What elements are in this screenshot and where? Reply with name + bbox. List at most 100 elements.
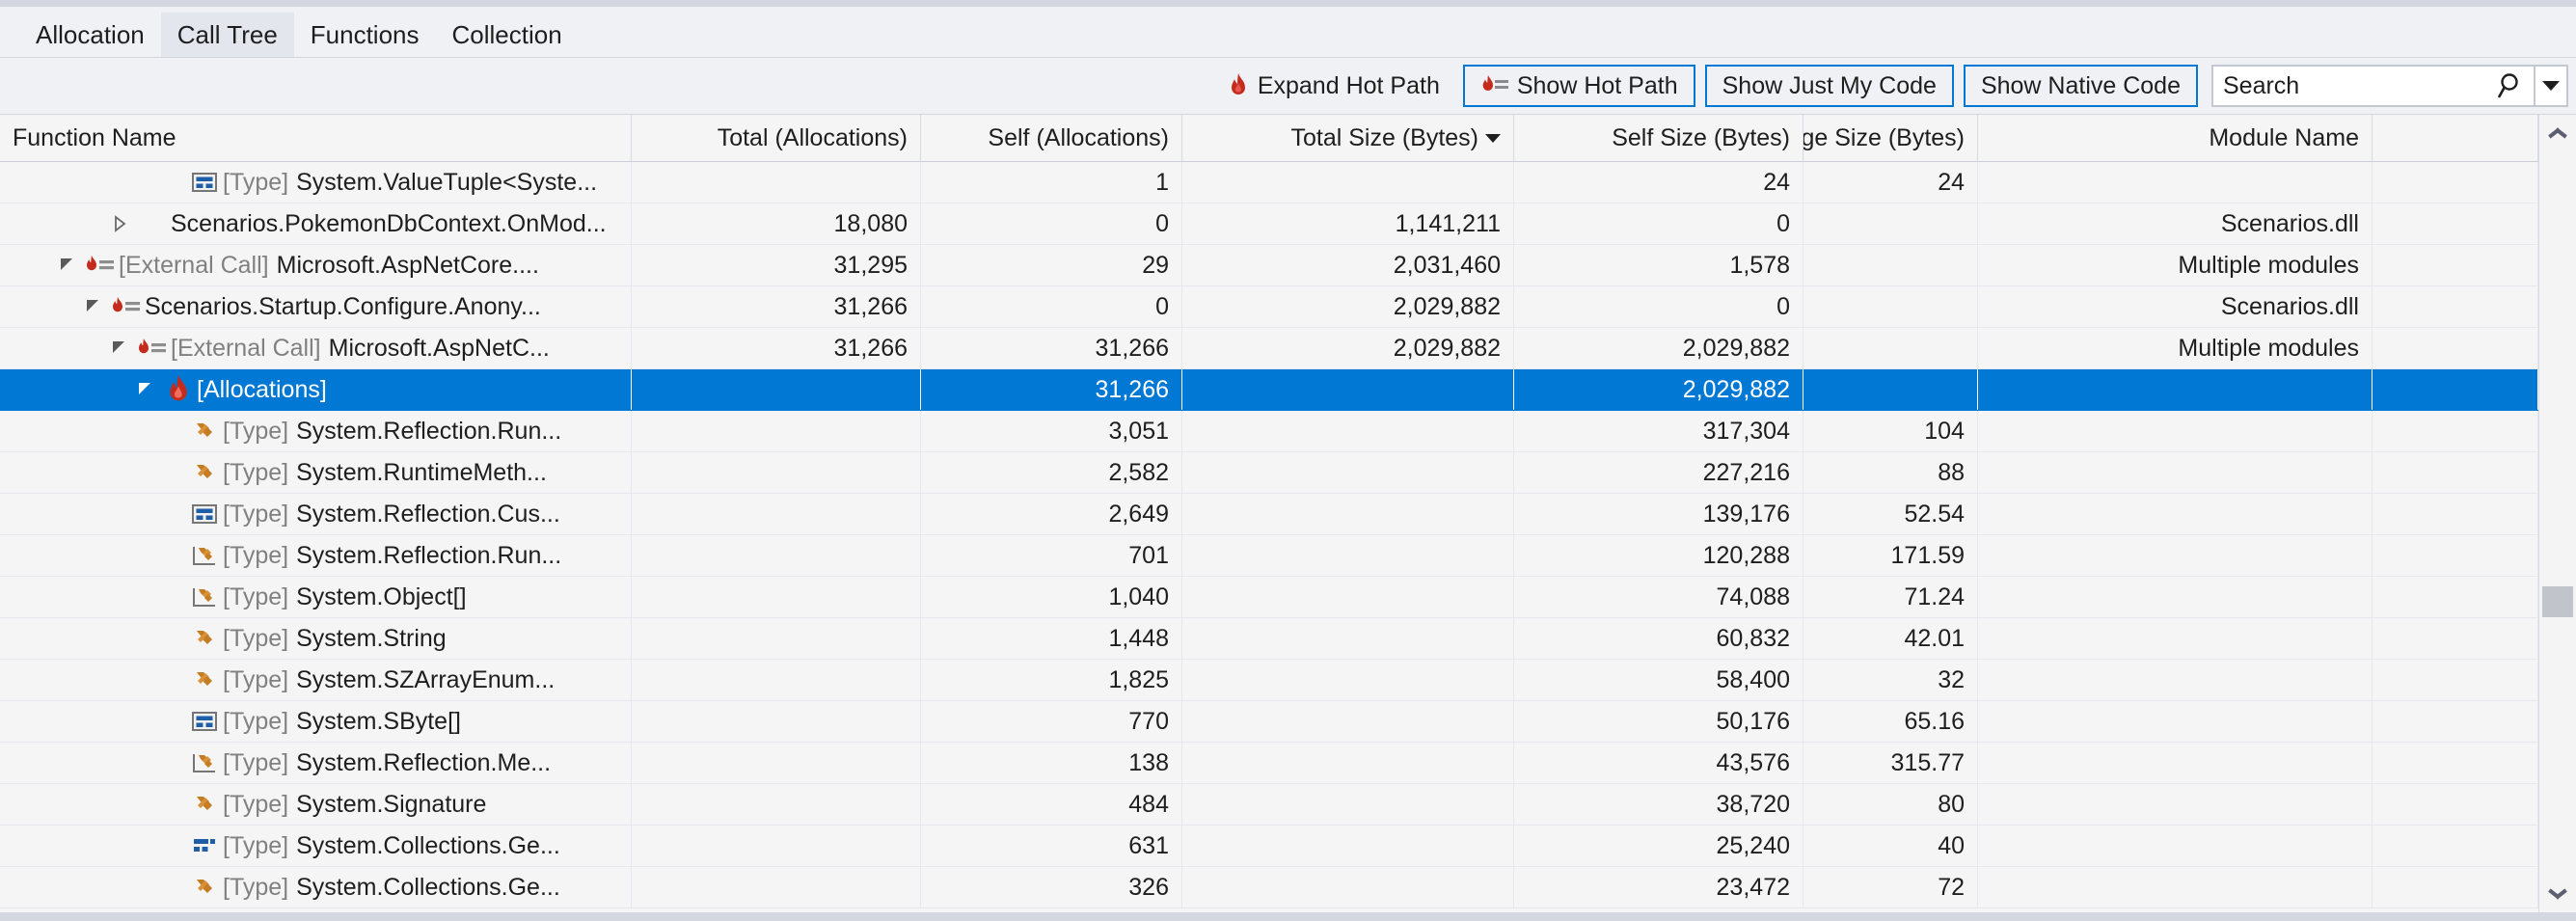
cell-value: Scenarios.dll xyxy=(2220,209,2359,237)
column-header-total_size[interactable]: Total Size (Bytes) xyxy=(1182,115,1514,161)
cell-module: Scenarios.dll xyxy=(1978,286,2373,327)
cell-value: 2,029,882 xyxy=(1682,334,1790,362)
function-name-cell: [Type] System.Object[] xyxy=(0,583,618,611)
cell-avg_size: 65.16 xyxy=(1803,701,1978,742)
expand-hot-path-button[interactable]: Expand Hot Path xyxy=(1214,65,1453,107)
function-name-cell: [Type] System.Signature xyxy=(0,791,618,819)
table-row[interactable]: [Type] System.Reflection.Run... 3,051 317,3… xyxy=(0,411,2538,452)
table-row[interactable]: [Type] System.Reflection.Run... 701 120,288… xyxy=(0,535,2538,577)
cell-total_alloc xyxy=(632,494,921,534)
table-row[interactable]: [Type] System.String 1,448 60,832 42.01 xyxy=(0,618,2538,660)
collapse-arrow-icon[interactable] xyxy=(105,214,134,233)
cell-total_alloc xyxy=(632,660,921,700)
cell-value: Scenarios.dll xyxy=(2220,292,2359,320)
column-header-module[interactable]: Module Name xyxy=(1978,115,2373,161)
cell-name: [External Call] Microsoft.AspNetCore.... xyxy=(0,245,632,285)
column-header-spacer xyxy=(2373,115,2538,161)
scroll-down-button[interactable] xyxy=(2539,876,2576,912)
table-row[interactable]: [Type] System.SByte[] 770 50,176 65.16 xyxy=(0,701,2538,743)
function-name-cell: [Type] System.Reflection.Run... xyxy=(0,418,618,446)
table-row[interactable]: [Type] System.Reflection.Me... 138 43,576 31… xyxy=(0,743,2538,784)
cell-spacer xyxy=(2373,743,2538,783)
type-class-icon xyxy=(186,792,223,817)
function-name-prefix: [External Call] xyxy=(119,251,269,279)
cell-self_size: 0 xyxy=(1514,286,1803,327)
table-row[interactable]: Scenarios.PokemonDbContext.OnMod... 18,08… xyxy=(0,203,2538,245)
function-name-label: System.ValueTuple<Syste... xyxy=(296,168,598,196)
column-header-self_alloc[interactable]: Self (Allocations) xyxy=(921,115,1182,161)
cell-self_size: 25,240 xyxy=(1514,826,1803,866)
table-row[interactable]: [Allocations] 31,266 2,029,882 xyxy=(0,369,2538,411)
cell-self_size: 60,832 xyxy=(1514,618,1803,659)
show-just-my-code-button[interactable]: Show Just My Code xyxy=(1704,65,1954,107)
table-row[interactable]: [Type] System.Collections.Ge... 326 23,472 7… xyxy=(0,867,2538,908)
table-row[interactable]: [Type] System.Object[] 1,040 74,088 71.24 xyxy=(0,577,2538,618)
function-name-label: System.RuntimeMeth... xyxy=(296,458,547,486)
cell-value: 1,141,211 xyxy=(1395,209,1501,237)
cell-self_size: 139,176 xyxy=(1514,494,1803,534)
table-row[interactable]: [Type] System.RuntimeMeth... 2,582 227,216 8… xyxy=(0,452,2538,494)
column-header-self_size[interactable]: Self Size (Bytes) xyxy=(1514,115,1803,161)
column-header-name[interactable]: Function Name xyxy=(0,115,632,161)
show-hot-path-button[interactable]: Show Hot Path xyxy=(1462,65,1695,107)
table-row[interactable]: Scenarios.Startup.Configure.Anony... 31,2… xyxy=(0,286,2538,328)
expand-arrow-icon[interactable] xyxy=(131,380,160,399)
function-name-prefix: [Type] xyxy=(223,831,289,859)
cell-value: 71.24 xyxy=(1904,582,1965,610)
search-input[interactable] xyxy=(2213,67,2489,105)
cell-value: 0 xyxy=(1776,209,1790,237)
table-row[interactable]: [Type] System.Collections.Ge... 631 25,240 4… xyxy=(0,826,2538,867)
cell-self_size: 24 xyxy=(1514,162,1803,203)
tab-allocation[interactable]: Allocation xyxy=(19,13,161,57)
vertical-scrollbar[interactable] xyxy=(2538,115,2576,912)
table-row[interactable]: [Type] System.SZArrayEnum... 1,825 58,400 32 xyxy=(0,660,2538,701)
search-icon[interactable] xyxy=(2489,67,2534,105)
cell-self_alloc: 631 xyxy=(921,826,1182,866)
cell-total_size xyxy=(1182,743,1514,783)
cell-avg_size: 72 xyxy=(1803,867,1978,907)
cell-avg_size: 171.59 xyxy=(1803,535,1978,576)
table-row[interactable]: [Type] System.Reflection.Cus... 2,649 139,1… xyxy=(0,494,2538,535)
cell-total_alloc xyxy=(632,452,921,493)
cell-avg_size xyxy=(1803,245,1978,285)
column-header-total_alloc[interactable]: Total (Allocations) xyxy=(632,115,921,161)
cell-self_size: 50,176 xyxy=(1514,701,1803,742)
cell-value: 72 xyxy=(1938,873,1965,901)
cell-value: 104 xyxy=(1924,417,1965,445)
cell-value: 24 xyxy=(1763,168,1790,196)
cell-name: [Type] System.SZArrayEnum... xyxy=(0,660,632,700)
expand-arrow-icon[interactable] xyxy=(53,256,82,275)
cell-total_alloc: 31,266 xyxy=(632,328,921,368)
cell-value: 1,578 xyxy=(1729,251,1790,279)
column-header-avg_size[interactable]: Average Size (Bytes) xyxy=(1803,115,1978,161)
scrollbar-track[interactable] xyxy=(2539,151,2576,876)
function-name-label: System.Reflection.Me... xyxy=(296,748,552,776)
cell-module xyxy=(1978,743,2373,783)
function-name-cell: [Type] System.SByte[] xyxy=(0,708,618,736)
cell-name: [Type] System.Reflection.Run... xyxy=(0,411,632,451)
table-row[interactable]: [External Call] Microsoft.AspNetCore.... 3… xyxy=(0,245,2538,286)
table-row[interactable]: [External Call] Microsoft.AspNetC... 31,26… xyxy=(0,328,2538,369)
expand-arrow-icon[interactable] xyxy=(105,339,134,358)
scrollbar-thumb[interactable] xyxy=(2542,585,2573,617)
call-tree-toolbar: Expand Hot Path Show Hot Path Show Just … xyxy=(0,58,2576,115)
function-name-cell: [Type] System.Collections.Ge... xyxy=(0,874,618,902)
cell-value: 31,266 xyxy=(1095,334,1169,362)
table-row[interactable]: [Type] System.ValueTuple<Syste... 1 24 24 xyxy=(0,162,2538,203)
tab-functions[interactable]: Functions xyxy=(294,13,436,57)
tab-collection[interactable]: Collection xyxy=(436,13,579,57)
expand-arrow-icon[interactable] xyxy=(79,297,108,316)
search-options-dropdown[interactable] xyxy=(2535,67,2566,105)
cell-avg_size: 315.77 xyxy=(1803,743,1978,783)
scroll-up-button[interactable] xyxy=(2539,115,2576,151)
cell-avg_size: 24 xyxy=(1803,162,1978,203)
show-native-code-button[interactable]: Show Native Code xyxy=(1963,65,2198,107)
flame-icon xyxy=(160,375,197,402)
no-icon-spacer xyxy=(134,211,171,236)
cell-module xyxy=(1978,784,2373,825)
tab-call-tree[interactable]: Call Tree xyxy=(160,13,294,57)
cell-value: 326 xyxy=(1128,873,1169,901)
table-row[interactable]: [Type] System.Signature 484 38,720 80 xyxy=(0,784,2538,826)
cell-value: 58,400 xyxy=(1716,665,1790,693)
cell-avg_size xyxy=(1803,203,1978,244)
